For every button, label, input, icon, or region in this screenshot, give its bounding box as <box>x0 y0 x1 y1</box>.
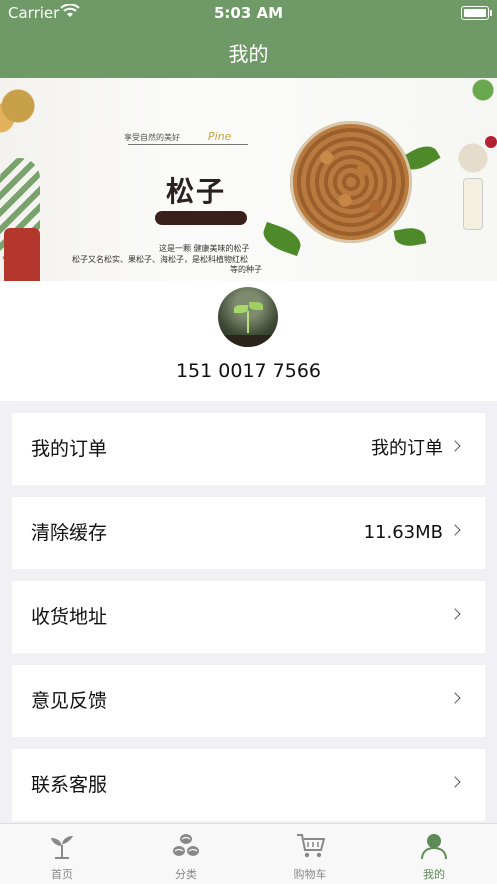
small-bottle-decoration <box>463 178 483 230</box>
profile-section: 151 0017 7566 <box>0 281 497 401</box>
chevron-right-icon <box>449 524 461 536</box>
clock: 5:03 AM <box>213 4 284 22</box>
banner-description-1: 这是一颗 健康美味的松子 <box>159 244 250 253</box>
navigation-bar: 我的 <box>0 26 497 78</box>
chevron-right-icon <box>449 692 461 704</box>
tab-label: 我的 <box>423 868 445 881</box>
tab-label: 分类 <box>175 868 197 881</box>
beans-icon <box>172 832 200 860</box>
promo-banner[interactable]: 享受自然的美好 Pine 松子 这是一颗 健康美味的松子 松子又名松实、果松子、… <box>0 78 497 281</box>
leaf-decoration <box>393 225 427 249</box>
battery-icon <box>461 6 492 20</box>
banner-description-3: 等的种子 <box>230 265 262 274</box>
status-bar: Carrier 5:03 AM <box>0 0 497 26</box>
bottle-decoration <box>4 228 40 281</box>
menu-item-orders[interactable]: 我的订单 我的订单 <box>12 413 485 485</box>
menu-item-label: 我的订单 <box>31 438 108 460</box>
person-icon <box>420 832 448 860</box>
menu-item-value: 我的订单 <box>371 438 443 459</box>
menu-item-customer-service[interactable]: 联系客服 <box>12 749 485 821</box>
tab-bar: 首页 分类 购物车 我的 <box>0 823 497 884</box>
sprout-icon <box>48 832 76 860</box>
tab-home[interactable]: 首页 <box>0 824 124 884</box>
cart-icon <box>296 832 326 860</box>
tab-label: 首页 <box>51 868 73 881</box>
tab-category[interactable]: 分类 <box>124 824 248 884</box>
banner-title-bar <box>155 211 247 225</box>
cherry-decoration <box>485 136 497 148</box>
tab-cart[interactable]: 购物车 <box>248 824 372 884</box>
tab-label: 购物车 <box>293 868 327 881</box>
menu-item-address[interactable]: 收货地址 <box>12 581 485 653</box>
banner-tagline: 享受自然的美好 <box>124 133 180 142</box>
leaf-decoration <box>259 221 305 257</box>
menu-item-label: 意见反馈 <box>31 690 108 712</box>
menu-item-clear-cache[interactable]: 清除缓存 11.63MB <box>12 497 485 569</box>
menu-item-feedback[interactable]: 意见反馈 <box>12 665 485 737</box>
menu-item-label: 收货地址 <box>31 606 108 628</box>
chevron-right-icon <box>449 776 461 788</box>
pine-nut-bowl-image <box>290 121 412 243</box>
chevron-right-icon <box>449 608 461 620</box>
tab-profile[interactable]: 我的 <box>372 824 496 884</box>
page-title: 我的 <box>228 41 269 66</box>
banner-description-2: 松子又名松实、果松子、海松子，是松科植物红松 <box>72 255 248 264</box>
banner-divider <box>128 144 248 145</box>
menu-item-label: 清除缓存 <box>31 522 108 544</box>
cache-size-value: 11.63MB <box>363 522 443 543</box>
banner-right-decoration <box>433 78 497 281</box>
avatar[interactable] <box>218 287 278 347</box>
banner-script-word: Pine <box>208 130 232 143</box>
user-phone-number: 151 0017 7566 <box>175 360 322 382</box>
menu-item-label: 联系客服 <box>31 774 108 796</box>
banner-title: 松子 <box>166 175 227 208</box>
chevron-right-icon <box>449 440 461 452</box>
